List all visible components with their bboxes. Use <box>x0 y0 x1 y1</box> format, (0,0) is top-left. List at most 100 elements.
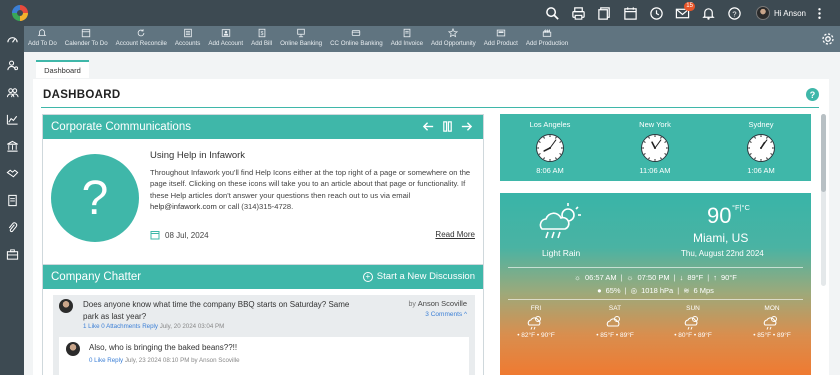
toolbar-label: Add Bill <box>251 40 273 47</box>
clock-sydney: Sydney 1:06 AM <box>721 120 801 175</box>
bell-icon[interactable] <box>696 0 722 26</box>
toolbar-label: Add Invoice <box>390 40 424 47</box>
weather-details-row-1: ☼ 06:57 AM | ☼ 07:50 PM | ↓ 89°F | ↑ 90°… <box>574 273 737 282</box>
scrollbar-thumb[interactable] <box>821 114 826 192</box>
side-nav-deals[interactable] <box>0 160 24 187</box>
comment-date: July, 23 2024 08:10 PM by Anson Scoville <box>124 357 240 364</box>
side-nav-documents[interactable] <box>0 187 24 214</box>
toolbar-label: Accounts <box>174 40 201 47</box>
quick-actions-toolbar: Add To Do Calender To Do Account Reconci… <box>24 26 840 52</box>
help-icon[interactable]: ? <box>722 0 748 26</box>
mail-icon[interactable]: 15 <box>670 0 696 26</box>
comments-toggle[interactable]: 3 Comments ^ <box>425 311 467 318</box>
side-nav-attachments[interactable] <box>0 214 24 241</box>
calendar-icon[interactable] <box>618 0 644 26</box>
comment-meta: 0 Like Reply July, 23 2024 08:10 PM by A… <box>89 357 240 364</box>
forecast-temps: • 80°F • 89°F <box>674 332 712 339</box>
user-add-icon <box>221 29 230 37</box>
add-bill-button[interactable]: $ Add Bill <box>247 26 276 47</box>
article-date-text: 08 Jul, 2024 <box>165 230 209 240</box>
weather-condition: Light Rain <box>542 248 581 258</box>
add-production-button[interactable]: Add Production <box>522 26 572 47</box>
company-chatter-card: Company Chatter + Start a New Discussion… <box>42 264 484 375</box>
discussion-thread: Does anyone know what time the company B… <box>53 295 475 375</box>
avatar <box>755 6 770 20</box>
user-greeting: Hi Anson <box>773 8 806 18</box>
analog-clock-icon <box>747 134 775 162</box>
calendar-todo-button[interactable]: Calender To Do <box>61 26 112 47</box>
clock-los-angeles: Los Angeles 8:06 AM <box>510 120 590 175</box>
page-scrollbar[interactable] <box>821 114 826 286</box>
side-nav-inventory[interactable] <box>0 241 24 268</box>
author-name[interactable]: Anson Scoville <box>418 299 467 308</box>
clock-icon[interactable] <box>644 0 670 26</box>
forecast-low: 85°F <box>757 332 772 339</box>
forecast-low: 80°F <box>678 332 693 339</box>
gear-icon[interactable] <box>820 31 836 47</box>
corporate-communications-header: Corporate Communications <box>43 115 483 139</box>
question-mark-icon: ? <box>51 154 139 242</box>
reply-button[interactable]: Reply <box>107 357 123 364</box>
forecast-day-name: SAT <box>608 305 622 312</box>
calendar-icon <box>150 231 160 240</box>
light-rain-icon <box>684 316 698 330</box>
humidity-icon: ● <box>597 286 602 295</box>
like-button[interactable]: 0 Like <box>89 357 106 364</box>
side-nav-users[interactable] <box>0 52 24 79</box>
weather-details-row-2: ● 65% | ◎ 1018 hPa | ≋ 6 Mps <box>597 286 714 295</box>
more-icon[interactable] <box>806 0 832 26</box>
search-icon[interactable] <box>540 0 566 26</box>
forecast-high: 89°F <box>619 332 634 339</box>
reply-button[interactable]: Reply <box>142 323 158 330</box>
copy-icon[interactable] <box>592 0 618 26</box>
unit-toggle[interactable]: °F|°C <box>732 203 750 212</box>
email-link[interactable]: help@infawork.com <box>150 202 217 211</box>
side-nav-dashboard[interactable] <box>0 26 24 52</box>
online-banking-button[interactable]: Online Banking <box>276 26 326 47</box>
add-opportunity-button[interactable]: Add Opportunity <box>427 26 480 47</box>
sunrise-icon: ☼ <box>574 273 581 282</box>
bank-icon <box>6 140 18 152</box>
article-text-end: or call (314)315-4728. <box>216 201 294 211</box>
help-icon[interactable]: ? <box>806 88 819 101</box>
wind-icon: ≋ <box>683 286 690 295</box>
toolbar-label: Calender To Do <box>64 40 108 47</box>
start-discussion-button[interactable]: + Start a New Discussion <box>362 271 475 282</box>
app-logo[interactable] <box>12 5 28 21</box>
side-nav-reports[interactable] <box>0 106 24 133</box>
pause-icon[interactable] <box>441 120 454 133</box>
weather-date: Thu, August 22nd 2024 <box>681 249 764 258</box>
tab-dashboard[interactable]: Dashboard <box>36 60 89 78</box>
add-todo-button[interactable]: Add To Do <box>24 26 61 47</box>
low-temp: 89°F <box>687 273 704 282</box>
invoice-icon <box>403 28 411 38</box>
account-reconcile-button[interactable]: Account Reconcile <box>112 26 171 47</box>
read-more-link[interactable]: Read More <box>435 230 475 239</box>
forecast-low: 82°F <box>521 332 536 339</box>
side-nav-contacts[interactable] <box>0 79 24 106</box>
clock-time: 11:06 AM <box>639 166 671 175</box>
avatar <box>66 342 80 356</box>
article-date: 08 Jul, 2024 <box>150 230 209 240</box>
side-nav-banking[interactable] <box>0 133 24 160</box>
avatar <box>59 299 73 313</box>
cc-online-banking-button[interactable]: CC Online Banking <box>326 26 387 47</box>
sunset-icon: ☼ <box>626 273 634 282</box>
svg-text:$: $ <box>260 31 263 37</box>
attachments-link[interactable]: 0 Attachments <box>101 323 140 330</box>
add-invoice-button[interactable]: Add Invoice <box>387 26 427 47</box>
like-button[interactable]: 1 Like <box>83 323 100 330</box>
add-account-button[interactable]: Add Account <box>204 26 247 47</box>
user-menu[interactable]: Hi Anson <box>755 6 806 20</box>
light-rain-icon <box>763 316 777 330</box>
pressure: 1018 hPa <box>641 286 674 295</box>
forecast-day: SAT • 85°F • 89°F <box>580 305 650 339</box>
add-product-button[interactable]: Add Product <box>480 26 522 47</box>
arrow-right-icon[interactable] <box>460 120 473 133</box>
divider <box>508 299 803 300</box>
forecast-high: 89°F <box>697 332 712 339</box>
arrow-left-icon[interactable] <box>422 120 435 133</box>
accounts-button[interactable]: Accounts <box>171 26 204 47</box>
print-icon[interactable] <box>566 0 592 26</box>
bell-icon <box>38 29 47 36</box>
